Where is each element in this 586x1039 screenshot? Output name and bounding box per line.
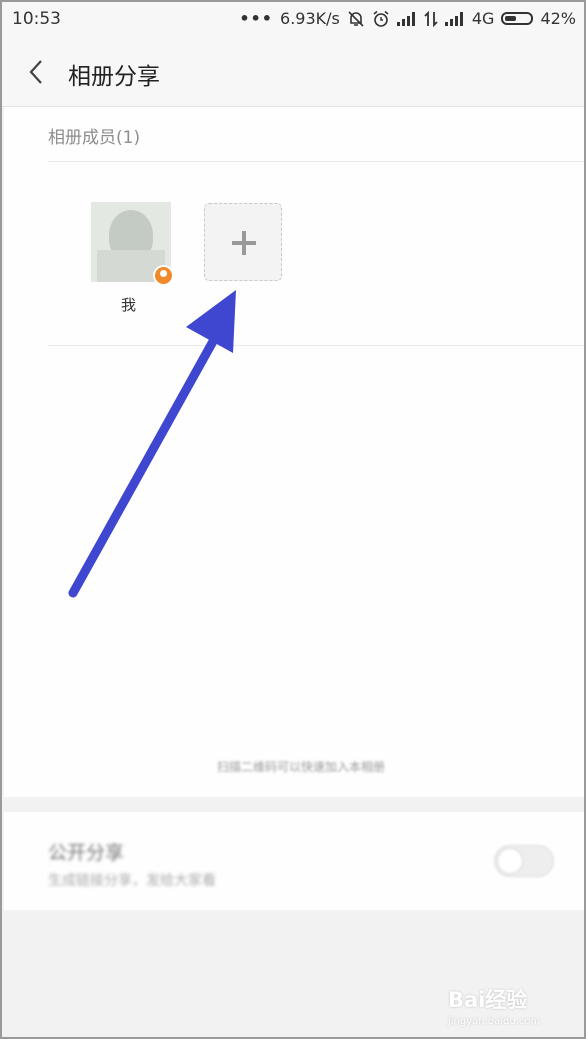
annotation-arrow-icon bbox=[68, 290, 236, 598]
watermark-brand: Bai经验 bbox=[448, 988, 528, 1012]
watermark: Bai经验 jingyan.baidu.com bbox=[448, 984, 540, 1027]
watermark-url: jingyan.baidu.com bbox=[448, 1016, 541, 1027]
